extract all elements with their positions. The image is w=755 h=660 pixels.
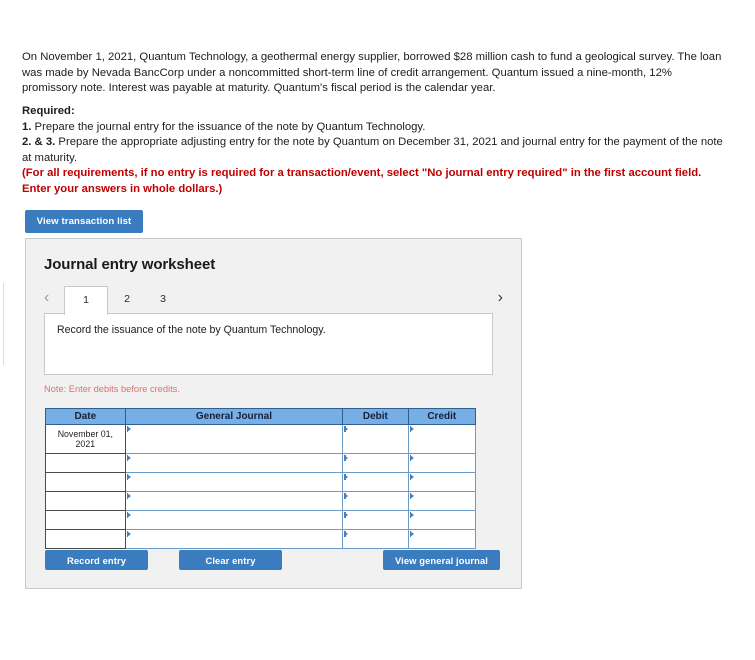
column-header-debit: Debit [342, 408, 409, 425]
chevron-left-icon[interactable]: ‹ [44, 287, 49, 309]
cell-marker-icon [409, 426, 414, 432]
cell-marker-icon [409, 512, 414, 518]
chevron-right-icon[interactable]: › [498, 287, 503, 309]
debit-input[interactable] [342, 424, 409, 454]
table-row [45, 510, 477, 530]
cell-marker-icon [344, 493, 349, 499]
credit-input[interactable] [407, 529, 477, 549]
worksheet-instruction-box: Record the issuance of the note by Quant… [44, 313, 493, 375]
table-header-row: Date General Journal Debit Credit [45, 408, 477, 425]
cell-marker-icon [126, 455, 131, 461]
problem-text: On November 1, 2021, Quantum Technology,… [22, 51, 722, 94]
required-red-note: (For all requirements, if no entry is re… [22, 167, 702, 195]
cell-marker-icon [344, 531, 349, 537]
view-general-journal-button[interactable]: View general journal [383, 550, 500, 570]
required-item-2-text: Prepare the appropriate adjusting entry … [22, 136, 723, 164]
table-row [45, 472, 477, 492]
column-header-credit: Credit [407, 408, 477, 425]
credit-input[interactable] [407, 424, 477, 454]
general-journal-input[interactable] [124, 529, 344, 549]
date-cell [45, 453, 126, 473]
required-item-2-number: 2. & 3. [22, 136, 56, 148]
cell-marker-icon [126, 531, 131, 537]
credit-input[interactable] [407, 491, 477, 511]
required-item-1-number: 1. [22, 120, 32, 133]
tab-2[interactable]: 2 [110, 286, 144, 313]
general-journal-input[interactable] [124, 491, 344, 511]
clear-entry-button[interactable]: Clear entry [179, 550, 282, 570]
debits-before-credits-note: Note: Enter debits before credits. [44, 384, 180, 394]
date-cell [45, 529, 126, 549]
required-section: Required: 1. Prepare the journal entry f… [22, 104, 728, 197]
column-header-general-journal: General Journal [124, 408, 344, 425]
table-row [45, 491, 477, 511]
worksheet-instruction-text: Record the issuance of the note by Quant… [57, 324, 326, 336]
general-journal-input[interactable] [124, 472, 344, 492]
worksheet-tab-strip: ‹ 1 2 3 › [44, 286, 503, 315]
required-item-2: 2. & 3. Prepare the appropriate adjustin… [22, 135, 728, 166]
cell-marker-icon [126, 493, 131, 499]
date-cell: November 01, 2021 [45, 424, 126, 454]
date-cell [45, 472, 126, 492]
required-item-1-text: Prepare the journal entry for the issuan… [31, 120, 426, 133]
cell-marker-icon [126, 512, 131, 518]
debit-input[interactable] [342, 510, 409, 530]
general-journal-input[interactable] [124, 424, 344, 454]
debit-input[interactable] [342, 529, 409, 549]
credit-input[interactable] [407, 510, 477, 530]
general-journal-input[interactable] [124, 453, 344, 473]
general-journal-input[interactable] [124, 510, 344, 530]
record-entry-button[interactable]: Record entry [45, 550, 148, 570]
cell-marker-icon [344, 512, 349, 518]
page-edge-artifact [3, 283, 4, 365]
debit-input[interactable] [342, 472, 409, 492]
cell-marker-icon [344, 474, 349, 480]
tab-1[interactable]: 1 [64, 286, 108, 315]
required-heading: Required: [22, 105, 75, 117]
worksheet-title: Journal entry worksheet [44, 256, 216, 273]
journal-entry-table: Date General Journal Debit Credit Novemb… [45, 408, 477, 549]
cell-marker-icon [344, 426, 349, 432]
credit-input[interactable] [407, 453, 477, 473]
cell-marker-icon [344, 455, 349, 461]
cell-marker-icon [126, 474, 131, 480]
tab-3[interactable]: 3 [146, 286, 180, 313]
credit-input[interactable] [407, 472, 477, 492]
cell-marker-icon [409, 474, 414, 480]
cell-marker-icon [409, 455, 414, 461]
cell-marker-icon [409, 493, 414, 499]
table-row [45, 453, 477, 473]
debit-input[interactable] [342, 453, 409, 473]
table-row: November 01, 2021 [45, 424, 477, 454]
date-cell [45, 491, 126, 511]
cell-marker-icon [126, 426, 131, 432]
column-header-date: Date [45, 408, 126, 425]
journal-table-body: November 01, 2021 [45, 424, 477, 549]
cell-marker-icon [409, 531, 414, 537]
debit-input[interactable] [342, 491, 409, 511]
problem-statement: On November 1, 2021, Quantum Technology,… [22, 50, 722, 97]
view-transaction-list-button[interactable]: View transaction list [25, 210, 143, 233]
date-cell [45, 510, 126, 530]
required-item-1: 1. Prepare the journal entry for the iss… [22, 120, 728, 136]
table-row [45, 529, 477, 549]
